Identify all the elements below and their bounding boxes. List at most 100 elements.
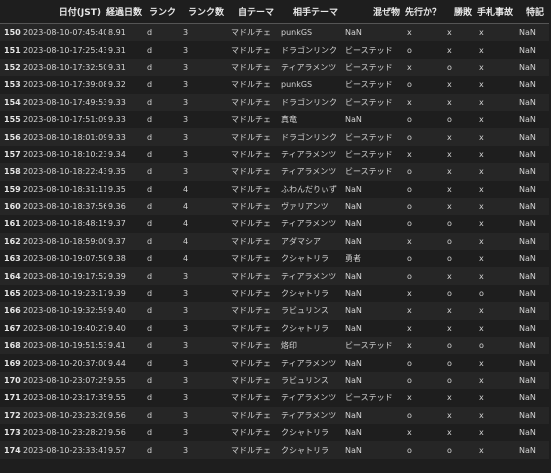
table-cell: d <box>145 110 181 129</box>
table-cell: x <box>445 389 477 407</box>
table-cell: NaN <box>343 371 405 390</box>
table-cell: 勇者 <box>343 250 405 268</box>
table-cell: 3 <box>181 41 229 59</box>
row-index: 162 <box>0 232 21 251</box>
table-cell: x <box>477 41 517 59</box>
table-cell: d <box>145 93 181 111</box>
column-header: ランク数 <box>181 0 229 24</box>
table-row: 154 2023-08-10-17:49:53 9.33 d 3 マドルチェ ドラゴンリンク… <box>0 93 549 111</box>
table-cell: 4 <box>181 232 229 251</box>
table-cell: x <box>477 58 517 77</box>
table-cell: NaN <box>343 215 405 233</box>
table-row: 158 2023-08-10-18:22:43 9.35 d 3 マドルチェ ティアラメンツ… <box>0 163 549 181</box>
table-cell: x <box>477 145 517 164</box>
table-cell: 9.33 <box>106 110 145 129</box>
table-cell: 2023-08-10-19:17:52 <box>21 267 106 285</box>
table-cell: 2023-08-10-19:40:27 <box>21 319 106 338</box>
row-index: 165 <box>0 284 21 303</box>
row-index: 157 <box>0 145 21 164</box>
table-cell: 9.39 <box>106 267 145 285</box>
table-cell: o <box>445 337 477 355</box>
column-header: 先行か？ <box>405 0 445 24</box>
table-cell: x <box>477 163 517 181</box>
row-index: 151 <box>0 41 21 59</box>
table-row: 152 2023-08-10-17:32:50 9.31 d 3 マドルチェ ティアラメンツ… <box>0 58 549 77</box>
table-cell: マドルチェ <box>229 180 279 198</box>
table-cell: ビーステッド <box>343 128 405 146</box>
table-cell: x <box>477 406 517 424</box>
table-cell: ティアラメンツ <box>279 163 343 181</box>
table-cell: o <box>405 128 445 146</box>
table-cell: マドルチェ <box>229 302 279 320</box>
table-row: 160 2023-08-10-18:37:56 9.36 d 4 マドルチェ ヴァリアンツ N… <box>0 197 549 216</box>
table-cell: 3 <box>181 423 229 442</box>
table-cell: NaN <box>517 284 549 303</box>
table-cell: x <box>445 93 477 111</box>
table-cell: ドラゴンリンク <box>279 93 343 111</box>
table-cell: アダマシア <box>279 232 343 251</box>
table-cell: 9.57 <box>106 441 145 459</box>
table-cell: d <box>145 284 181 303</box>
row-index: 152 <box>0 58 21 77</box>
row-index: 170 <box>0 371 21 390</box>
table-cell: NaN <box>517 93 549 111</box>
table-cell: ヴァリアンツ <box>279 197 343 216</box>
table-cell: NaN <box>343 267 405 285</box>
table-cell: 2023-08-10-07:45:40 <box>21 23 106 42</box>
table-cell: 2023-08-10-23:17:35 <box>21 389 106 407</box>
table-cell: 2023-08-10-17:39:08 <box>21 76 106 94</box>
table-cell: x <box>477 128 517 146</box>
table-cell: 2023-08-10-23:23:20 <box>21 406 106 424</box>
row-index: 169 <box>0 354 21 372</box>
table-cell: NaN <box>517 197 549 216</box>
table-cell: ティアラメンツ <box>279 406 343 424</box>
table-cell: 9.33 <box>106 93 145 111</box>
table-cell: NaN <box>517 354 549 372</box>
table-cell: NaN <box>517 250 549 268</box>
table-cell: x <box>477 180 517 198</box>
table-row: 171 2023-08-10-23:17:35 9.55 d 3 マドルチェ ティアラメンツ… <box>0 389 549 407</box>
table-cell: NaN <box>517 232 549 251</box>
table-cell: d <box>145 58 181 77</box>
row-index: 155 <box>0 110 21 129</box>
table-cell: 3 <box>181 128 229 146</box>
table-cell: マドルチェ <box>229 267 279 285</box>
table-cell: 9.31 <box>106 58 145 77</box>
table-cell: NaN <box>343 406 405 424</box>
table-cell: ティアラメンツ <box>279 267 343 285</box>
row-index: 168 <box>0 337 21 355</box>
table-cell: NaN <box>343 232 405 251</box>
table-cell: マドルチェ <box>229 93 279 111</box>
table-row: 169 2023-08-10-20:37:00 9.44 d 3 マドルチェ ティアラメンツ… <box>0 354 549 372</box>
table-row: 159 2023-08-10-18:31:11 9.35 d 4 マドルチェ ふわんだりぃず… <box>0 180 549 198</box>
table-cell: d <box>145 423 181 442</box>
table-cell: d <box>145 41 181 59</box>
table-cell: d <box>145 163 181 181</box>
table-row: 174 2023-08-10-23:33:41 9.57 d 3 マドルチェ クシャトリラ N… <box>0 441 549 459</box>
table-cell: ビーステッド <box>343 93 405 111</box>
table-cell: マドルチェ <box>229 197 279 216</box>
table-cell: クシャトリラ <box>279 423 343 442</box>
table-body: 150 2023-08-10-07:45:40 8.91 d 3 マドルチェ punkGS N… <box>0 23 549 459</box>
table-cell: x <box>405 93 445 111</box>
row-index: 172 <box>0 406 21 424</box>
table-cell: マドルチェ <box>229 389 279 407</box>
table-cell: マドルチェ <box>229 284 279 303</box>
table-cell: NaN <box>517 441 549 459</box>
table-cell: x <box>477 302 517 320</box>
table-cell: o <box>405 406 445 424</box>
table-cell: x <box>477 389 517 407</box>
table-cell: ドラゴンリンク <box>279 41 343 59</box>
table-row: 173 2023-08-10-23:28:21 9.56 d 3 マドルチェ クシャトリラ N… <box>0 423 549 442</box>
table-cell: x <box>477 197 517 216</box>
table-cell: x <box>477 93 517 111</box>
table-cell: マドルチェ <box>229 441 279 459</box>
table-cell: NaN <box>517 215 549 233</box>
table-row: 156 2023-08-10-18:01:09 9.33 d 3 マドルチェ ドラゴンリンク… <box>0 128 549 146</box>
table-row: 162 2023-08-10-18:59:00 9.37 d 4 マドルチェ アダマシア Na… <box>0 232 549 251</box>
row-index: 160 <box>0 197 21 216</box>
table-cell: d <box>145 250 181 268</box>
table-cell: 2023-08-10-18:31:11 <box>21 180 106 198</box>
table-row: 161 2023-08-10-18:48:15 9.37 d 4 マドルチェ ティアラメンツ… <box>0 215 549 233</box>
table-cell: ビーステッド <box>343 337 405 355</box>
